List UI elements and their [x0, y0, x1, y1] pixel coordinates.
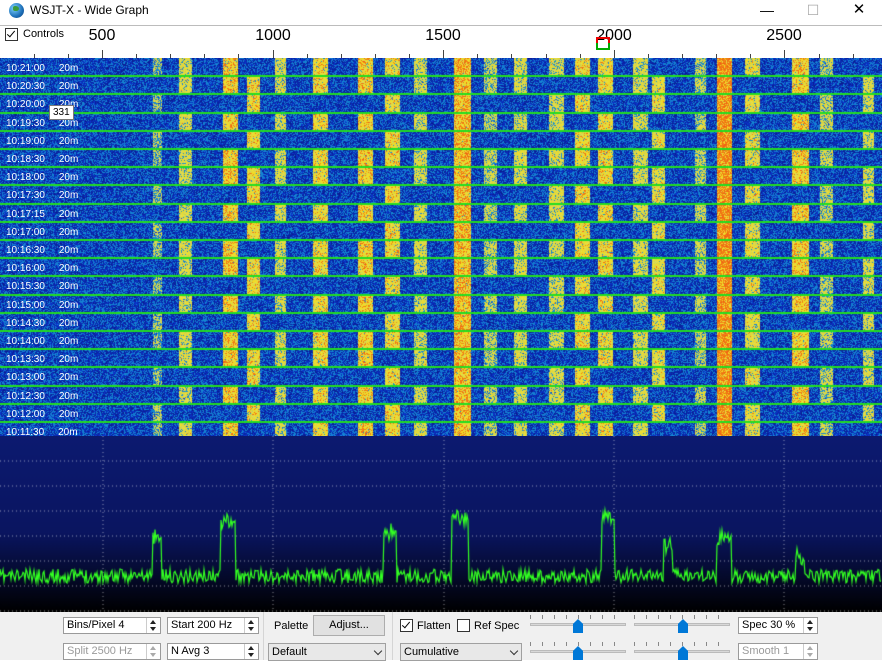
- chevron-down-icon: [373, 646, 383, 656]
- n-avg-spinbox[interactable]: N Avg 3: [167, 643, 259, 660]
- control-panel: Bins/Pixel 4 Start 200 Hz Split 2500 Hz …: [0, 612, 882, 662]
- start-frequency-value: Start 200 Hz: [171, 619, 233, 631]
- spin-arrows-icon[interactable]: [244, 644, 258, 659]
- spin-arrows-icon[interactable]: [146, 618, 160, 633]
- spin-arrows-icon[interactable]: [244, 618, 258, 633]
- waterfall-row-label: 10:18:30 20m: [6, 154, 79, 165]
- slider-thumb[interactable]: [678, 646, 688, 660]
- palette-value: Default: [272, 646, 307, 658]
- spectrum-canvas: [0, 436, 882, 612]
- waterfall-canvas: [0, 58, 882, 436]
- tx-rx-frequency-marker[interactable]: [596, 37, 610, 51]
- waterfall-row-label: 10:21:00 20m: [6, 63, 79, 74]
- waterfall-row-label: 10:20:30 20m: [6, 81, 79, 92]
- divider: [392, 612, 393, 660]
- title-bar: WSJT-X - Wide Graph — ☐ ✕: [0, 0, 882, 22]
- ref-spec-label: Ref Spec: [474, 620, 520, 632]
- spec-percent-spinbox[interactable]: Spec 30 %: [738, 617, 818, 634]
- frequency-tooltip: 331: [49, 105, 74, 120]
- controls-label: Controls: [23, 28, 64, 40]
- slider-thumb[interactable]: [573, 646, 583, 660]
- spectrum-mode-select[interactable]: Cumulative: [400, 643, 522, 661]
- bins-per-pixel-value: Bins/Pixel 4: [67, 619, 125, 631]
- ruler-label-500: 500: [88, 27, 116, 44]
- frequency-ruler[interactable]: Controls 500 1000 1500 2000 2500: [0, 25, 882, 59]
- waterfall-row-label: 10:17:00 20m: [6, 227, 79, 238]
- waterfall-row-label: 10:15:30 20m: [6, 281, 79, 292]
- smooth-spinbox: Smooth 1: [738, 643, 818, 660]
- ruler-tick: [784, 50, 785, 58]
- rx-marker-icon: [596, 43, 610, 50]
- split-value: Split 2500 Hz: [67, 645, 133, 657]
- n-avg-value: N Avg 3: [171, 645, 210, 657]
- slider-ticks: [634, 615, 730, 619]
- spectrum-mode-value: Cumulative: [404, 646, 460, 658]
- waterfall-row-label: 10:19:00 20m: [6, 136, 79, 147]
- spectrum-display[interactable]: [0, 436, 882, 612]
- ref-spec-checkbox[interactable]: [457, 619, 470, 632]
- palette-label: Palette: [274, 620, 309, 632]
- start-frequency-spinbox[interactable]: Start 200 Hz: [167, 617, 259, 634]
- minimize-button[interactable]: —: [744, 0, 790, 22]
- waterfall-row-label: 10:17:30 20m: [6, 190, 79, 201]
- waterfall-row-label: 10:16:00 20m: [6, 263, 79, 274]
- spec-percent-value: Spec 30 %: [742, 619, 796, 631]
- flatten-checkbox[interactable]: [400, 619, 413, 632]
- spectrum-gain-slider[interactable]: [530, 642, 626, 662]
- waterfall-row-label: 10:18:00 20m: [6, 172, 79, 183]
- close-button[interactable]: ✕: [836, 0, 882, 22]
- ruler-tick: [102, 50, 103, 58]
- waterfall-row-label: 10:16:30 20m: [6, 245, 79, 256]
- waterfall-row-label: 10:11:30 20m: [6, 427, 78, 436]
- bins-per-pixel-spinbox[interactable]: Bins/Pixel 4: [63, 617, 161, 634]
- window-title: WSJT-X - Wide Graph: [30, 3, 149, 17]
- slider-thumb[interactable]: [678, 619, 688, 633]
- slider-ticks: [634, 642, 730, 646]
- waterfall-row-label: 10:14:30 20m: [6, 318, 79, 329]
- split-spinbox: Split 2500 Hz: [63, 643, 161, 660]
- ruler-label-1000: 1000: [255, 27, 291, 44]
- ruler-label-1500: 1500: [425, 27, 461, 44]
- ruler-label-2500: 2500: [766, 27, 802, 44]
- chevron-down-icon: [509, 646, 519, 656]
- waterfall-row-label: 10:15:00 20m: [6, 300, 79, 311]
- gain-slider[interactable]: [530, 615, 626, 635]
- maximize-button[interactable]: ☐: [790, 0, 836, 22]
- slider-ticks: [530, 642, 626, 646]
- palette-select[interactable]: Default: [268, 643, 386, 661]
- smooth-value: Smooth 1: [742, 645, 790, 657]
- ruler-tick: [614, 50, 615, 58]
- waterfall-row-label: 10:14:00 20m: [6, 336, 79, 347]
- zero-slider[interactable]: [634, 615, 730, 635]
- flatten-label: Flatten: [417, 620, 451, 632]
- divider: [263, 612, 264, 660]
- waterfall-display[interactable]: 10:21:00 20m 10:20:30 20m 10:20:00 20m 10:1…: [0, 58, 882, 436]
- waterfall-row-label: 10:13:30 20m: [6, 354, 79, 365]
- spectrum-zero-slider[interactable]: [634, 642, 730, 662]
- adjust-palette-button[interactable]: Adjust...: [313, 615, 385, 636]
- waterfall-row-label: 10:12:00 20m: [6, 409, 79, 420]
- ruler-tick: [273, 50, 274, 58]
- waterfall-row-label: 10:17:15 20m: [6, 209, 79, 220]
- slider-ticks: [530, 615, 626, 619]
- spin-arrows-icon: [146, 644, 160, 659]
- spin-arrows-icon: [803, 644, 817, 659]
- waterfall-row-label: 10:13:00 20m: [6, 372, 79, 383]
- spin-arrows-icon[interactable]: [803, 618, 817, 633]
- controls-checkbox[interactable]: [5, 28, 18, 41]
- wsjtx-globe-icon: [9, 3, 24, 18]
- slider-thumb[interactable]: [573, 619, 583, 633]
- waterfall-row-label: 10:12:30 20m: [6, 391, 79, 402]
- ruler-tick: [443, 50, 444, 58]
